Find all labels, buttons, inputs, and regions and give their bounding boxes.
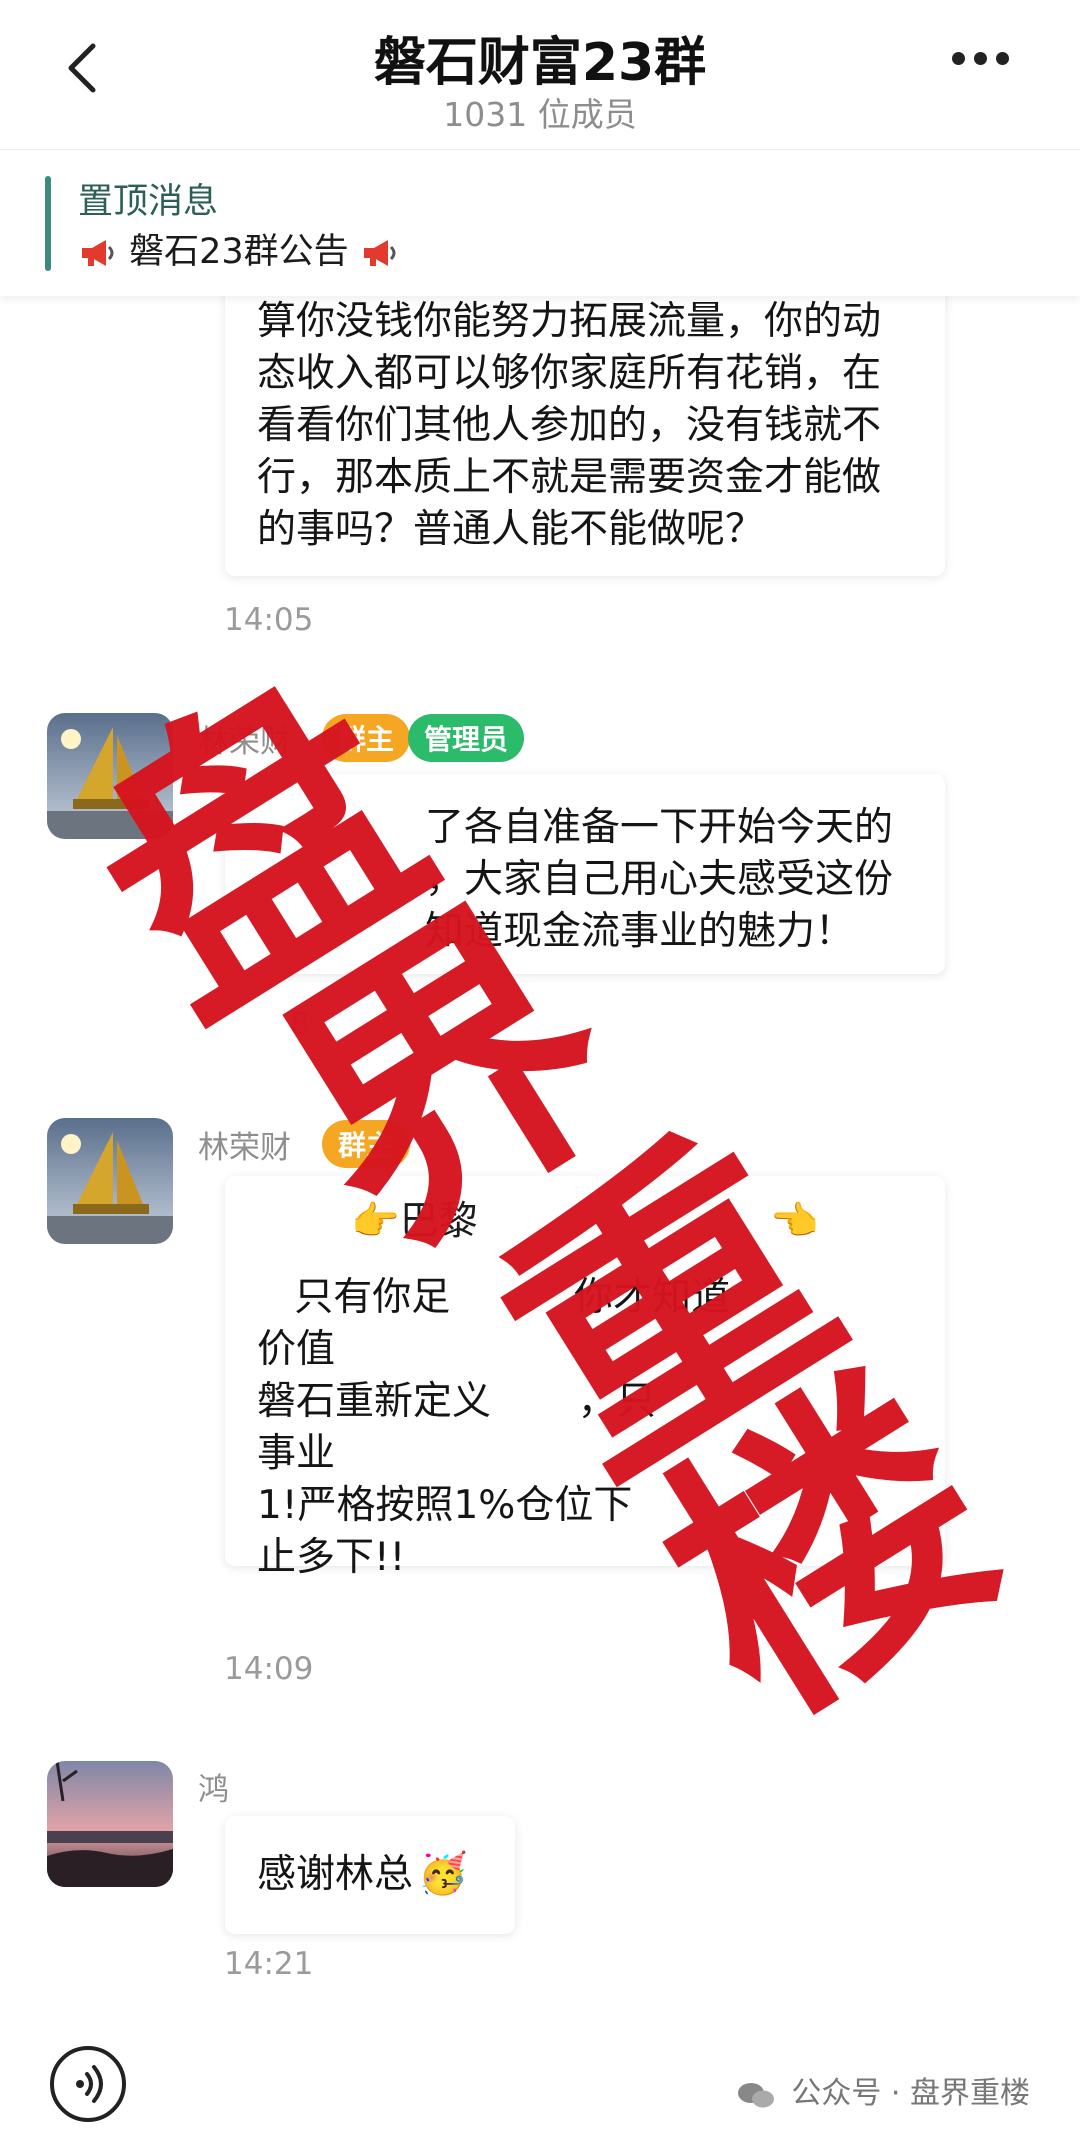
group-title: 磐石财富23群 <box>373 33 707 93</box>
chat-header: 磐石财富23群 1031 位成员 <box>0 0 1080 150</box>
avatar[interactable] <box>47 1761 173 1887</box>
message-text: 算你没钱你能努力拓展流量，你的动 态收入都可以够你家庭所有花销，在 看看你们其他… <box>257 299 882 552</box>
pinned-message-bar[interactable]: 置顶消息 磐石23群公告 <box>0 151 1080 296</box>
message-time: 14:09 <box>224 1651 314 1687</box>
message-bubble[interactable]: 算你没钱你能努力拓展流量，你的动 态收入都可以够你家庭所有花销，在 看看你们其他… <box>225 296 945 576</box>
sender-name: 林荣财 <box>198 1130 291 1166</box>
message-text: 感谢林总 <box>257 1852 414 1897</box>
source-text: 公众号 · 盘界重楼 <box>791 2076 1030 2111</box>
pin-accent-bar <box>45 176 51 271</box>
source-watermark: 公众号 · 盘界重楼 <box>736 2068 1030 2112</box>
sunset-avatar-image <box>47 1761 173 1887</box>
message-bubble[interactable]: 感谢林总 🥳 <box>225 1816 515 1934</box>
member-count: 1031 位成员 <box>443 95 637 134</box>
admin-badge: 管理员 <box>408 714 525 762</box>
more-options-icon[interactable] <box>952 50 1022 80</box>
megaphone-icon <box>82 240 114 266</box>
voice-icon <box>76 2065 103 2103</box>
sailboat-avatar-image <box>47 1118 173 1244</box>
pinned-text: 磐石23群公告 <box>129 232 349 272</box>
megaphone-icon <box>363 240 396 266</box>
party-face-icon: 🥳 <box>418 1851 468 1897</box>
pinned-text-row: 磐石23群公告 <box>78 223 400 274</box>
pinned-label: 置顶消息 <box>78 182 219 222</box>
message-time: 14:21 <box>224 1946 314 1982</box>
wechat-icon <box>737 2082 774 2107</box>
sender-name: 鸿 <box>198 1772 229 1808</box>
voice-input-button[interactable] <box>50 2046 126 2122</box>
avatar[interactable] <box>47 1118 173 1244</box>
